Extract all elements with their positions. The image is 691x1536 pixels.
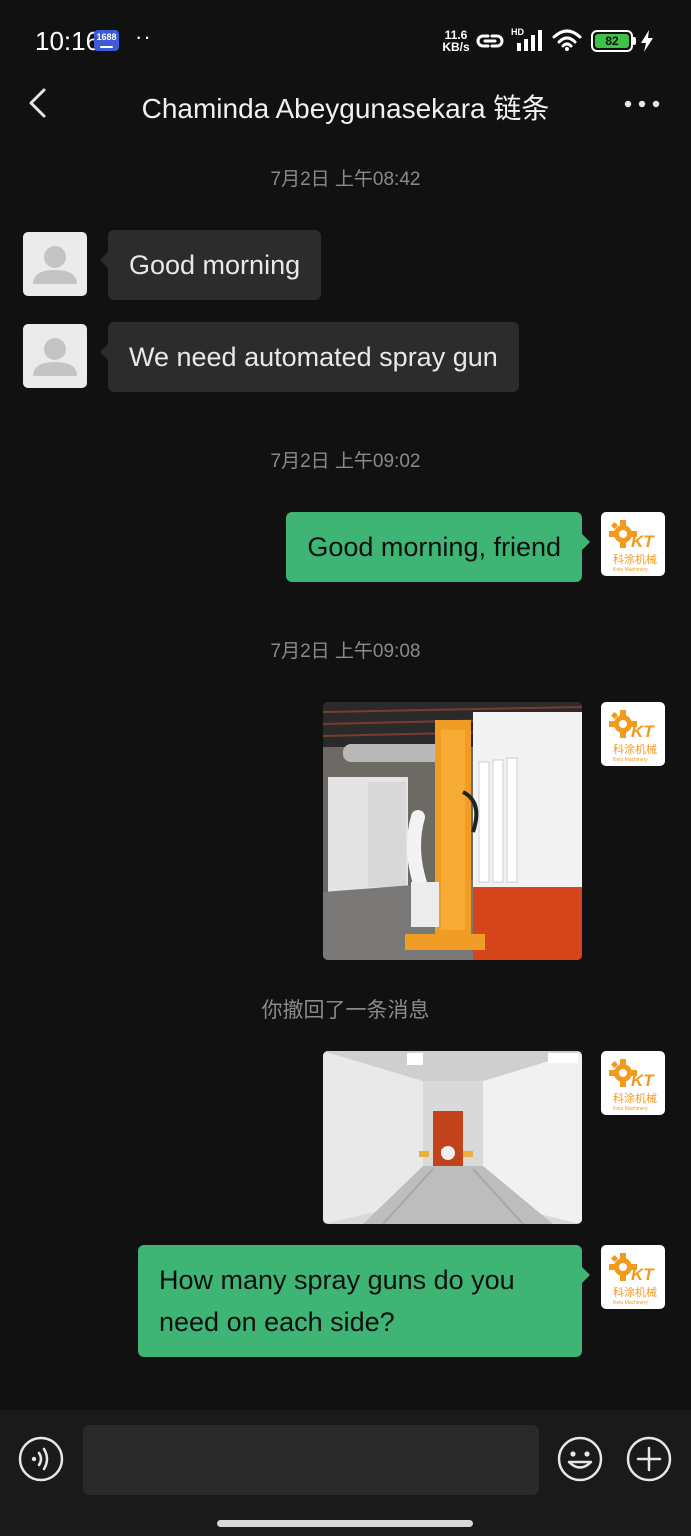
svg-text:KT: KT — [631, 532, 655, 551]
incoming-message[interactable]: We need automated spray gun — [100, 322, 519, 392]
network-speed: 11.6 KB/s — [442, 28, 470, 54]
company-logo-icon: KT 科涂机械 Ketu Machinery — [609, 520, 657, 573]
plus-circle-icon[interactable] — [625, 1435, 673, 1483]
svg-text:科涂机械: 科涂机械 — [613, 742, 657, 756]
self-avatar[interactable]: KT 科涂机械 Ketu Machinery — [601, 702, 665, 766]
image-message[interactable] — [323, 702, 582, 960]
self-avatar[interactable]: KT 科涂机械 Ketu Machinery — [601, 1051, 665, 1115]
status-bar: 10:16 1688 ·· 11.6 KB/s HD 82 — [0, 0, 691, 80]
default-user-icon — [33, 338, 77, 376]
battery-icon: 82 — [591, 30, 633, 52]
outgoing-message[interactable]: How many spray guns do you need on each … — [138, 1245, 590, 1357]
svg-text:Ketu Machinery: Ketu Machinery — [613, 757, 648, 763]
svg-text:Ketu Machinery: Ketu Machinery — [613, 1106, 648, 1112]
battery-level: 82 — [595, 34, 629, 48]
default-user-icon — [33, 246, 77, 284]
home-indicator[interactable] — [217, 1520, 473, 1527]
message-timestamp: 7月2日 上午09:08 — [270, 641, 421, 662]
booth-interior-photo — [323, 1051, 582, 1224]
svg-text:KT: KT — [631, 1265, 655, 1284]
charging-bolt-icon — [641, 30, 653, 52]
back-button[interactable] — [22, 86, 56, 120]
message-input-bar — [0, 1410, 691, 1536]
contact-avatar[interactable] — [23, 324, 87, 388]
message-input[interactable] — [83, 1425, 539, 1495]
svg-text:KT: KT — [631, 1071, 655, 1090]
self-avatar[interactable]: KT 科涂机械 Ketu Machinery — [601, 512, 665, 576]
self-avatar[interactable]: KT 科涂机械 Ketu Machinery — [601, 1245, 665, 1309]
message-timestamp: 7月2日 上午08:42 — [270, 169, 421, 190]
wifi-icon — [552, 29, 582, 51]
svg-text:KT: KT — [631, 722, 655, 741]
link-icon — [476, 34, 504, 48]
spray-booth-photo — [323, 702, 582, 960]
cellular-signal-icon: HD — [511, 27, 547, 53]
app-1688-icon: 1688 — [94, 30, 119, 51]
contact-avatar[interactable] — [23, 232, 87, 296]
recalled-message-notice: 你撤回了一条消息 — [261, 999, 430, 1022]
outgoing-message[interactable]: Good morning, friend — [286, 512, 590, 582]
chat-header: Chaminda Abeygunasekara 链条 — [0, 80, 691, 130]
company-logo-icon: KT 科涂机械 Ketu Machinery — [609, 1253, 657, 1306]
emoji-icon[interactable] — [556, 1435, 604, 1483]
svg-text:Ketu Machinery: Ketu Machinery — [613, 567, 648, 573]
company-logo-icon: KT 科涂机械 Ketu Machinery — [609, 1059, 657, 1112]
status-time: 10:16 — [35, 26, 101, 56]
svg-text:Ketu Machinery: Ketu Machinery — [613, 1300, 648, 1306]
notification-dots: ·· — [135, 24, 152, 49]
more-options-button[interactable] — [622, 90, 662, 118]
voice-icon[interactable] — [17, 1435, 65, 1483]
svg-text:科涂机械: 科涂机械 — [613, 1091, 657, 1105]
incoming-message[interactable]: Good morning — [99, 230, 322, 300]
message-timestamp: 7月2日 上午09:02 — [270, 451, 421, 472]
svg-text:科涂机械: 科涂机械 — [613, 552, 657, 566]
image-message[interactable] — [323, 1051, 582, 1224]
company-logo-icon: KT 科涂机械 Ketu Machinery — [609, 710, 657, 763]
chat-title: Chaminda Abeygunasekara 链条 — [141, 93, 550, 124]
svg-text:科涂机械: 科涂机械 — [613, 1285, 657, 1299]
